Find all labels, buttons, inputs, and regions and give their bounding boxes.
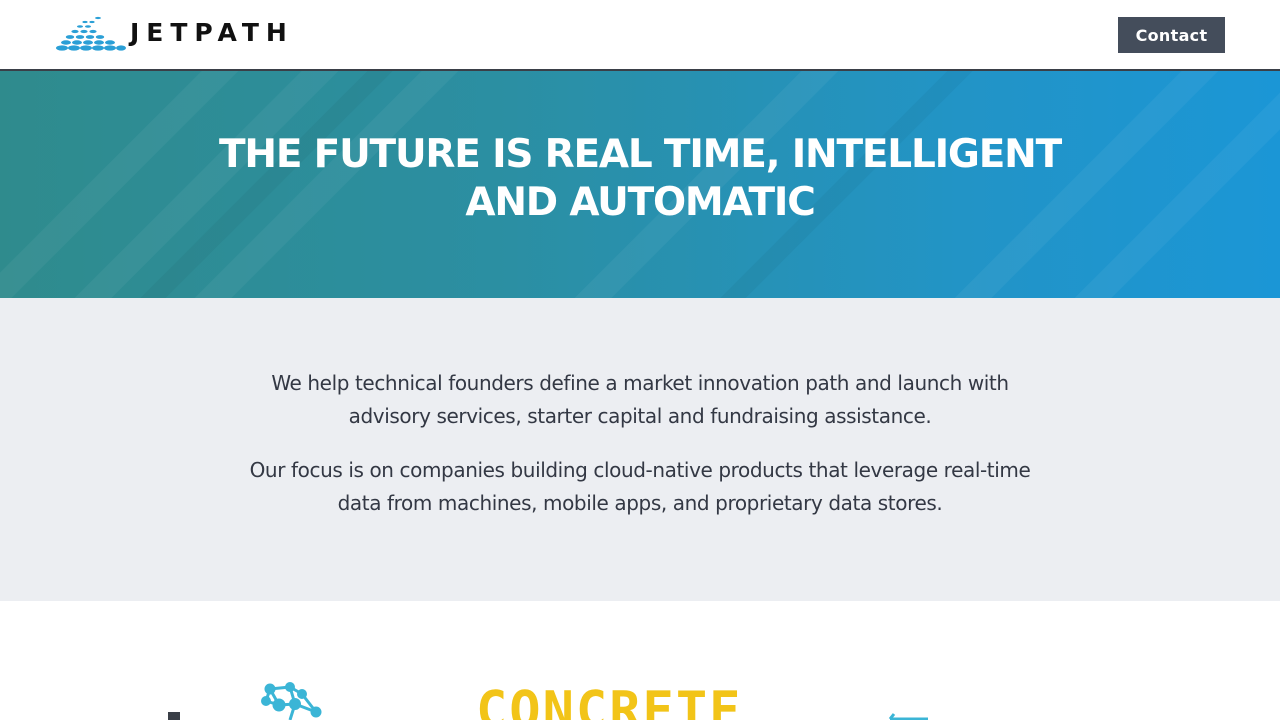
partial-dark-logo-icon (168, 712, 180, 720)
intro-paragraph-2: Our focus is on companies building cloud… (249, 458, 1031, 515)
hero-title: THE FUTURE IS REAL TIME, INTELLIGENT AND… (0, 131, 1280, 227)
intro-section: We help technical founders define a mark… (0, 298, 1280, 601)
hero-title-line-1: THE FUTURE IS REAL TIME, INTELLIGENT (218, 132, 1062, 177)
hero-banner: THE FUTURE IS REAL TIME, INTELLIGENT AND… (0, 71, 1280, 298)
network-nodes-logo-icon (261, 682, 322, 720)
partial-network-logo-icon (888, 713, 928, 720)
jetpath-dome-logo-icon (56, 16, 126, 51)
concrete-logo[interactable]: CONCRETE (476, 685, 806, 720)
logo-wordmark: JETPATH (130, 17, 294, 47)
site-header: JETPATH Contact (0, 0, 1280, 71)
portfolio-logos: CONCRETE (0, 601, 1280, 720)
contact-button[interactable]: Contact (1118, 17, 1225, 53)
jetpath-logo[interactable]: JETPATH (54, 14, 294, 52)
hero-title-line-2: AND AUTOMATIC (465, 180, 815, 225)
intro-paragraph-1: We help technical founders define a mark… (271, 371, 1009, 428)
